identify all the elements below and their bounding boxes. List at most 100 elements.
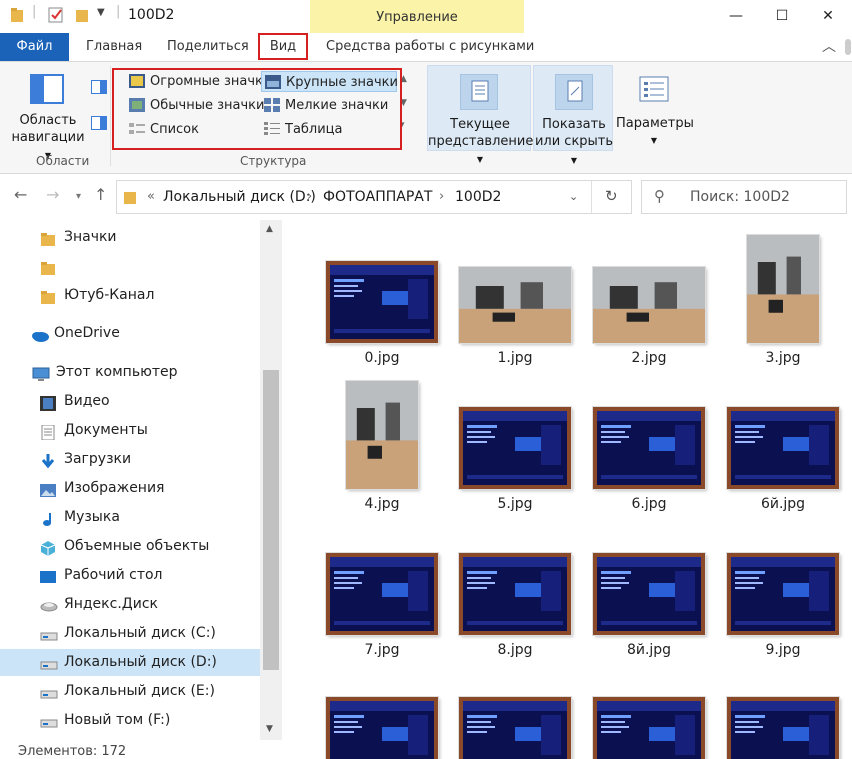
up-icon[interactable]: ↑ <box>94 185 107 204</box>
tab-view[interactable]: Вид <box>258 33 308 60</box>
sidebar-item[interactable]: Этот компьютер <box>0 359 260 386</box>
preview-pane-icon[interactable] <box>91 80 107 94</box>
address-bar[interactable]: « Локальный диск (D:) › ФОТОАППАРАТ › 10… <box>116 180 632 214</box>
sidebar-item[interactable]: Локальный диск (E:) <box>0 678 260 705</box>
sidebar-item-label: Музыка <box>64 509 120 525</box>
tab-file[interactable]: Файл <box>0 33 69 61</box>
file-thumbnail[interactable] <box>727 697 839 759</box>
search-box[interactable]: ⚲ Поиск: 100D2 <box>641 180 847 214</box>
folder-icon <box>10 7 24 27</box>
sidebar-item[interactable]: Загрузки <box>0 446 260 473</box>
sidebar-item[interactable]: Видео <box>0 388 260 415</box>
sidebar-item[interactable]: Яндекс.Диск <box>0 591 260 618</box>
file-thumbnail[interactable] <box>459 697 571 759</box>
breadcrumb-drive[interactable]: Локальный диск (D:) <box>163 189 316 205</box>
music-icon <box>40 510 56 526</box>
sidebar-item-label: Изображения <box>64 480 165 496</box>
file-name[interactable]: 6й.jpg <box>715 496 851 512</box>
scrollbar-thumb[interactable] <box>263 370 279 670</box>
tab-picture-tools[interactable]: Средства работы с рисунками <box>316 33 544 61</box>
file-thumbnail[interactable] <box>593 407 705 489</box>
address-overflow[interactable]: « <box>147 189 155 204</box>
navigation-pane-line1: Область <box>19 113 77 128</box>
folder-icon <box>123 189 137 209</box>
file-name[interactable]: 4.jpg <box>314 496 450 512</box>
sidebar-item[interactable]: Локальный диск (D:) <box>0 649 260 676</box>
file-name[interactable]: 9.jpg <box>715 642 851 658</box>
sidebar-item[interactable]: Локальный диск (C:) <box>0 620 260 647</box>
file-thumbnail[interactable] <box>459 407 571 489</box>
back-icon[interactable]: ← <box>14 185 27 204</box>
maximize-button[interactable]: ☐ <box>758 0 806 32</box>
file-name[interactable]: 2.jpg <box>581 350 717 366</box>
desktop-icon <box>40 568 56 583</box>
file-name[interactable]: 6.jpg <box>581 496 717 512</box>
file-thumbnail[interactable] <box>727 553 839 635</box>
file-thumbnail[interactable] <box>326 261 438 343</box>
sidebar-item-label: Локальный диск (C:) <box>64 625 216 641</box>
file-name[interactable]: 0.jpg <box>314 350 450 366</box>
properties-icon[interactable] <box>48 7 64 27</box>
scroll-down-icon[interactable]: ▼ <box>266 724 273 734</box>
3d-objects-icon <box>40 539 56 556</box>
current-view-line1: Текущее <box>450 117 510 132</box>
sidebar-item[interactable]: OneDrive <box>0 320 260 347</box>
show-hide-line2: или скрыть <box>534 134 614 149</box>
show-hide-button[interactable]: Показать или скрыть ▼ <box>533 65 614 165</box>
sidebar-item[interactable] <box>0 253 260 280</box>
file-thumbnail[interactable] <box>326 697 438 759</box>
layout-highlight-box <box>112 68 402 150</box>
current-view-button[interactable]: Текущее представление ▼ <box>427 65 533 164</box>
file-name[interactable]: 3.jpg <box>715 350 851 366</box>
collapse-ribbon-icon[interactable]: ︿ <box>812 33 846 61</box>
file-name[interactable]: 8.jpg <box>447 642 583 658</box>
file-name[interactable]: 7.jpg <box>314 642 450 658</box>
file-thumbnail[interactable] <box>593 267 705 343</box>
file-thumbnail[interactable] <box>326 553 438 635</box>
file-thumbnail[interactable] <box>346 381 418 489</box>
breadcrumb-current[interactable]: 100D2 <box>455 189 501 205</box>
chevron-down-icon[interactable]: ▼ <box>97 7 105 18</box>
sidebar-item-label: Новый том (F:) <box>64 712 171 728</box>
navigation-pane-icon[interactable] <box>30 74 64 104</box>
breadcrumb-separator: › <box>439 189 445 204</box>
refresh-icon[interactable]: ↻ <box>605 187 618 205</box>
sidebar-scrollbar[interactable]: ▲ ▼ <box>260 220 282 740</box>
sidebar-item[interactable]: Документы <box>0 417 260 444</box>
new-folder-icon[interactable] <box>75 7 89 27</box>
sidebar-item[interactable]: Изображения <box>0 475 260 502</box>
file-name[interactable]: 5.jpg <box>447 496 583 512</box>
file-thumbnail[interactable] <box>459 267 571 343</box>
forward-icon[interactable]: → <box>46 185 59 204</box>
group-label-areas: Области <box>36 154 90 168</box>
yandex-disk-icon <box>40 597 58 612</box>
minimize-button[interactable]: — <box>712 0 760 32</box>
file-thumbnail[interactable] <box>593 553 705 635</box>
sidebar-item-label: Загрузки <box>64 451 132 467</box>
details-pane-icon[interactable] <box>91 116 107 130</box>
sidebar-item[interactable]: Музыка <box>0 504 260 531</box>
search-input[interactable]: Поиск: 100D2 <box>690 189 790 205</box>
sidebar-item[interactable]: Объемные объекты <box>0 533 260 560</box>
chevron-down-icon[interactable]: ▾ <box>76 191 81 202</box>
sidebar-item[interactable]: Рабочий стол <box>0 562 260 589</box>
sidebar-item[interactable]: Новый том (F:) <box>0 707 260 734</box>
file-thumbnail[interactable] <box>459 553 571 635</box>
sidebar-item[interactable]: Ютуб-Канал <box>0 282 260 309</box>
breadcrumb-folder[interactable]: ФОТОАППАРАТ <box>323 189 432 205</box>
history-dropdown-icon[interactable]: ⌄ <box>569 190 578 203</box>
file-thumbnail[interactable] <box>727 407 839 489</box>
file-thumbnail[interactable] <box>593 697 705 759</box>
file-thumbnail[interactable] <box>747 235 819 343</box>
scroll-up-icon[interactable]: ▲ <box>266 224 273 234</box>
sidebar-item[interactable]: Значки <box>0 224 260 251</box>
chevron-down-icon: ▼ <box>650 136 658 145</box>
file-name[interactable]: 8й.jpg <box>581 642 717 658</box>
file-name[interactable]: 1.jpg <box>447 350 583 366</box>
status-bar: Элементов: 172 <box>18 744 127 759</box>
options-button[interactable]: Параметры ▼ <box>616 65 694 151</box>
tab-home[interactable]: Главная <box>76 33 152 61</box>
tab-share[interactable]: Поделиться <box>157 33 259 61</box>
sidebar-item-label: Ютуб-Канал <box>64 287 155 303</box>
close-button[interactable]: ✕ <box>804 0 852 32</box>
